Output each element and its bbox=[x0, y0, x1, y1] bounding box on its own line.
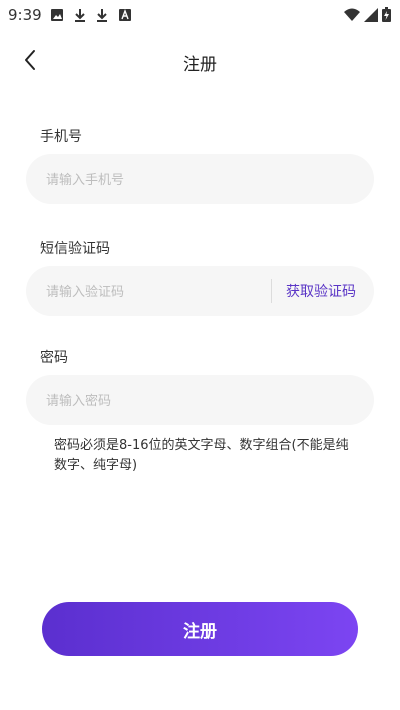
password-field bbox=[26, 375, 374, 427]
nav-bar: 注册 bbox=[0, 40, 400, 84]
system-icons bbox=[344, 7, 391, 26]
phone-field bbox=[26, 154, 374, 206]
wifi-icon bbox=[344, 7, 360, 26]
status-time: 9:39 bbox=[8, 6, 42, 24]
download-icon bbox=[74, 7, 86, 26]
sms-code-input[interactable] bbox=[44, 266, 268, 318]
divider bbox=[271, 279, 272, 303]
status-bar: 9:39 bbox=[0, 0, 400, 30]
text-a-icon bbox=[118, 7, 132, 26]
password-hint: 密码必须是8-16位的英文字母、数字组合(不能是纯数字、纯字母) bbox=[54, 438, 349, 473]
sms-code-field: 获取验证码 bbox=[26, 266, 374, 318]
battery-icon bbox=[382, 7, 391, 26]
password-input[interactable] bbox=[44, 375, 268, 427]
phone-label: 手机号 bbox=[40, 129, 82, 145]
get-code-button[interactable]: 获取验证码 bbox=[286, 281, 356, 301]
password-label: 密码 bbox=[40, 350, 68, 366]
sms-code-label: 短信验证码 bbox=[40, 241, 110, 257]
page-title: 注册 bbox=[183, 55, 217, 75]
image-icon bbox=[50, 7, 64, 26]
notification-icons bbox=[50, 7, 132, 26]
register-button[interactable]: 注册 bbox=[42, 602, 358, 656]
signal-icon bbox=[364, 7, 378, 26]
phone-input[interactable] bbox=[44, 154, 268, 206]
download-icon bbox=[96, 7, 108, 26]
